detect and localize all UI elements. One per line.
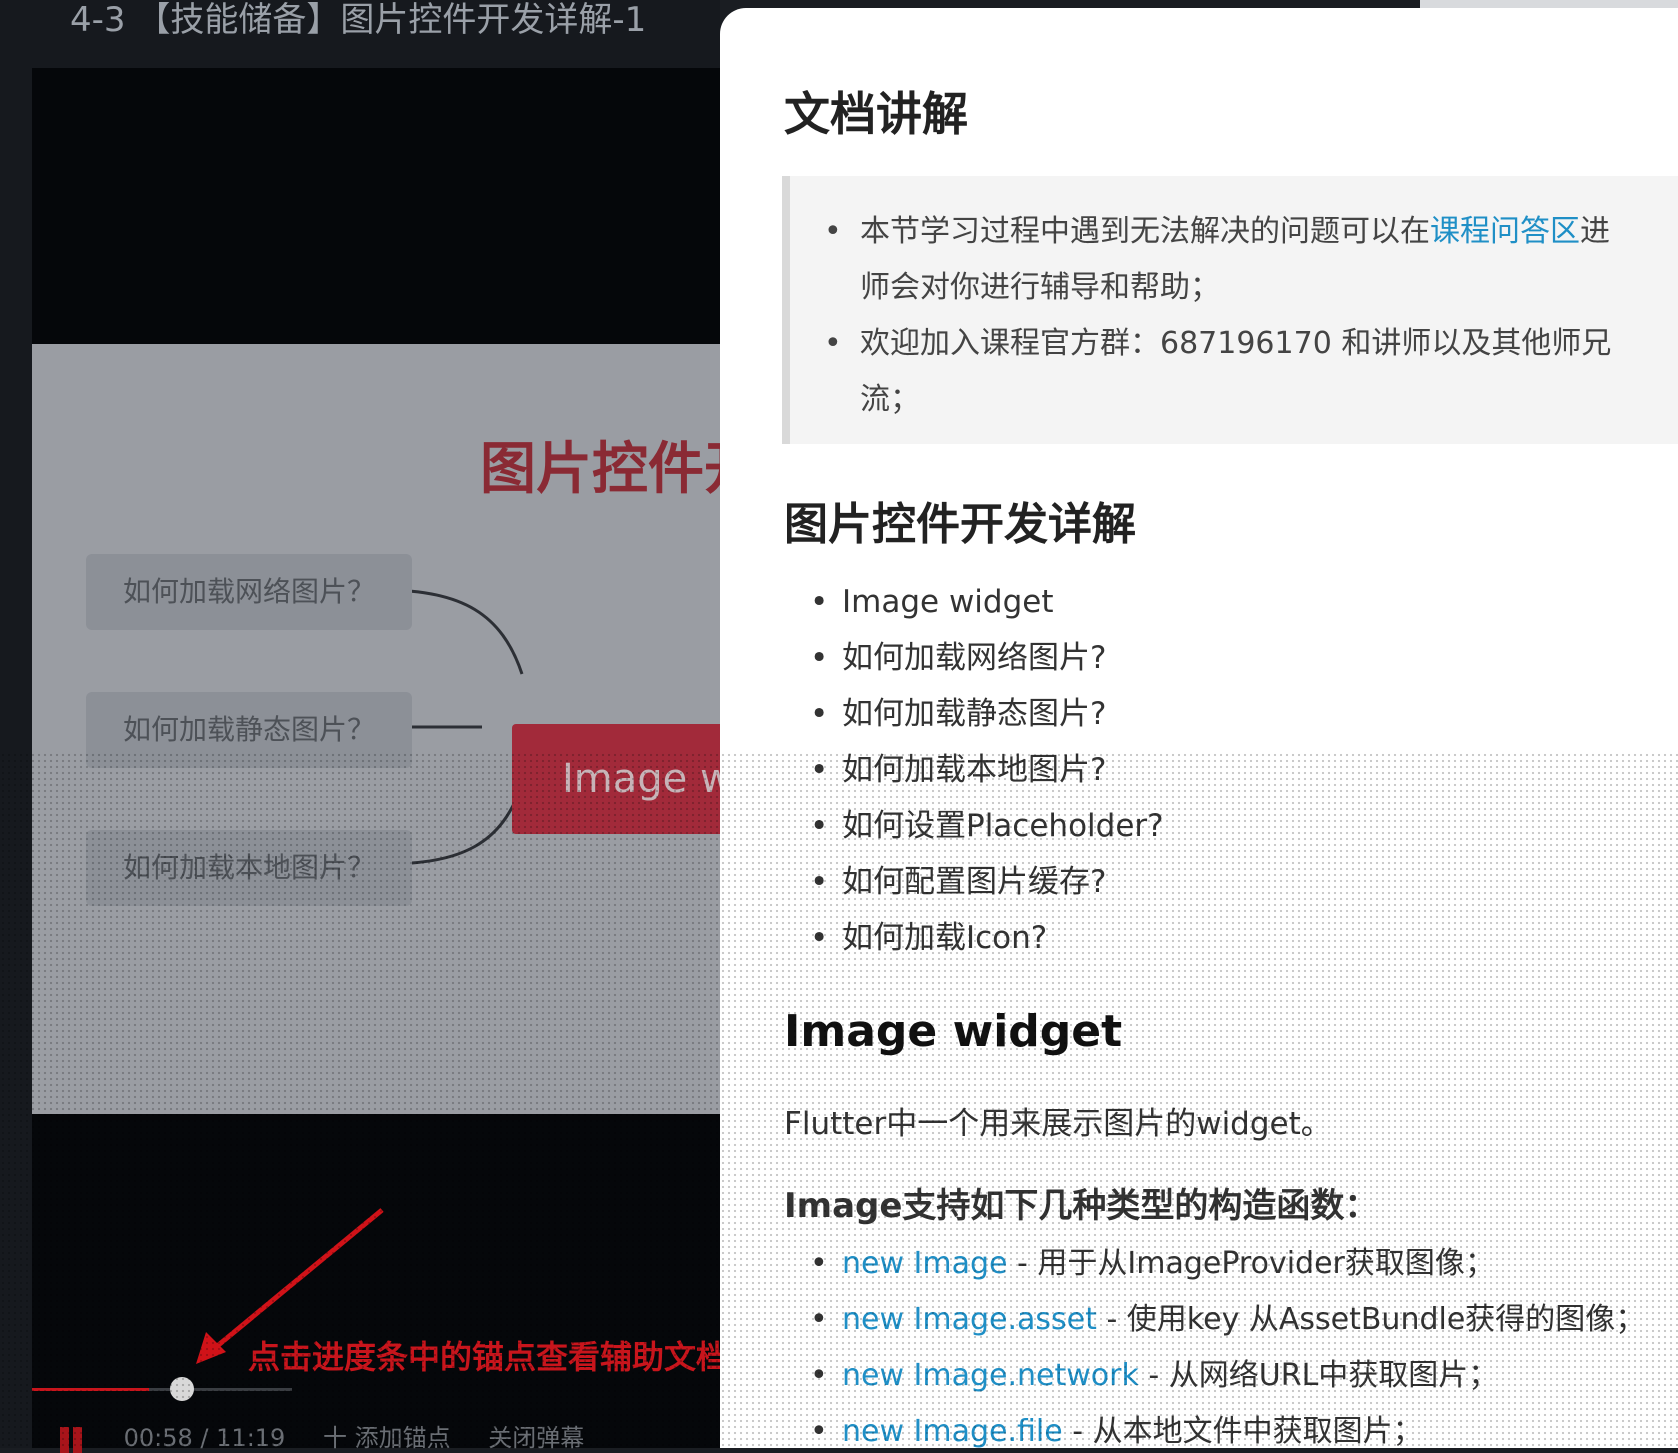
video-letterbox-top — [32, 68, 720, 344]
toc-item: 如何设置Placeholder? — [810, 798, 1164, 854]
anchor-hint-text: 点击进度条中的锚点查看辅助文档 — [248, 1338, 729, 1376]
ctor-link-file[interactable]: new Image.file — [842, 1414, 1063, 1448]
notice-item-qa: 本节学习过程中遇到无法解决的问题可以在课程问答区进 师会对你进行辅导和帮助； — [824, 204, 1678, 316]
ctor-text: - 从本地文件中获取图片； — [1062, 1414, 1423, 1448]
notice-text: 本节学习过程中遇到无法解决的问题可以在 — [860, 214, 1430, 249]
toc-item: 如何加载Icon? — [810, 910, 1164, 966]
subsection-title: Image widget — [784, 1006, 1123, 1057]
qa-link[interactable]: 课程问答区 — [1430, 214, 1580, 249]
notice-text: 流； — [860, 382, 920, 417]
player-controls: 00:58 / 11:19 十 添加锚点 关闭弹幕 — [56, 1418, 614, 1453]
video-slide: 图片控件开 如何加载网络图片？ 如何加载静态图片？ 如何加载本地图片？ Imag… — [32, 344, 720, 1114]
ctor-link-image[interactable]: new Image — [842, 1246, 1008, 1281]
ctor-heading: Image支持如下几种类型的构造函数： — [784, 1186, 1379, 1226]
ctor-link-network[interactable]: new Image.network — [842, 1358, 1139, 1393]
ctor-text: - 从网络URL中获取图片； — [1138, 1358, 1499, 1393]
pause-icon[interactable] — [56, 1425, 86, 1453]
doc-title: 文档讲解 — [784, 87, 968, 141]
section-title: 图片控件开发详解 — [784, 499, 1136, 550]
toc-item: 如何加载静态图片? — [810, 686, 1164, 742]
notice-box: 本节学习过程中遇到无法解决的问题可以在课程问答区进 师会对你进行辅导和帮助； 欢… — [782, 176, 1678, 444]
list-item: new Image.file - 从本地文件中获取图片； — [810, 1404, 1645, 1448]
notice-text: 师会对你进行辅导和帮助； — [860, 270, 1220, 305]
toc-item: Image widget — [810, 574, 1164, 630]
notice-text: 进 — [1580, 214, 1610, 249]
notice-item-group: 欢迎加入课程官方群：687196170 和讲师以及其他师兄 流； — [824, 316, 1678, 428]
slide-question-network: 如何加载网络图片？ — [86, 554, 412, 630]
toc-list: Image widget 如何加载网络图片? 如何加载静态图片? 如何加载本地图… — [810, 574, 1164, 966]
progress-thumb[interactable] — [170, 1377, 194, 1401]
list-item: new Image - 用于从ImageProvider获取图像； — [810, 1236, 1645, 1292]
notice-text: 欢迎加入课程官方群：687196170 和讲师以及其他师兄 — [860, 326, 1612, 361]
slide-question-local: 如何加载本地图片？ — [86, 830, 412, 906]
toc-item: 如何配置图片缓存? — [810, 854, 1164, 910]
slide-center-node: Image w — [512, 724, 720, 834]
progress-bar[interactable] — [32, 1388, 292, 1391]
constructor-list: new Image - 用于从ImageProvider获取图像； new Im… — [810, 1236, 1646, 1448]
slide-question-static: 如何加载静态图片？ — [86, 692, 412, 768]
ctor-link-asset[interactable]: new Image.asset — [842, 1302, 1097, 1337]
progress-fill — [32, 1388, 149, 1391]
toc-item: 如何加载网络图片? — [810, 630, 1164, 686]
video-title: 4-3 【技能储备】图片控件开发详解-1 — [70, 0, 647, 40]
video-player[interactable]: 4-3 【技能储备】图片控件开发详解-1 图片控件开 如何加载网络图片？ 如何加… — [0, 0, 728, 1453]
doc-panel: 文档讲解 本节学习过程中遇到无法解决的问题可以在课程问答区进 师会对你进行辅导和… — [720, 8, 1678, 1448]
list-item: new Image.network - 从网络URL中获取图片； — [810, 1348, 1645, 1404]
toc-item: 如何加载本地图片? — [810, 742, 1164, 798]
ctor-text: - 使用key 从AssetBundle获得的图像； — [1096, 1302, 1646, 1337]
description: Flutter中一个用来展示图片的widget。 — [784, 1106, 1332, 1142]
list-item: new Image.asset - 使用key 从AssetBundle获得的图… — [810, 1292, 1646, 1348]
ctor-text: - 用于从ImageProvider获取图像； — [1007, 1246, 1495, 1281]
